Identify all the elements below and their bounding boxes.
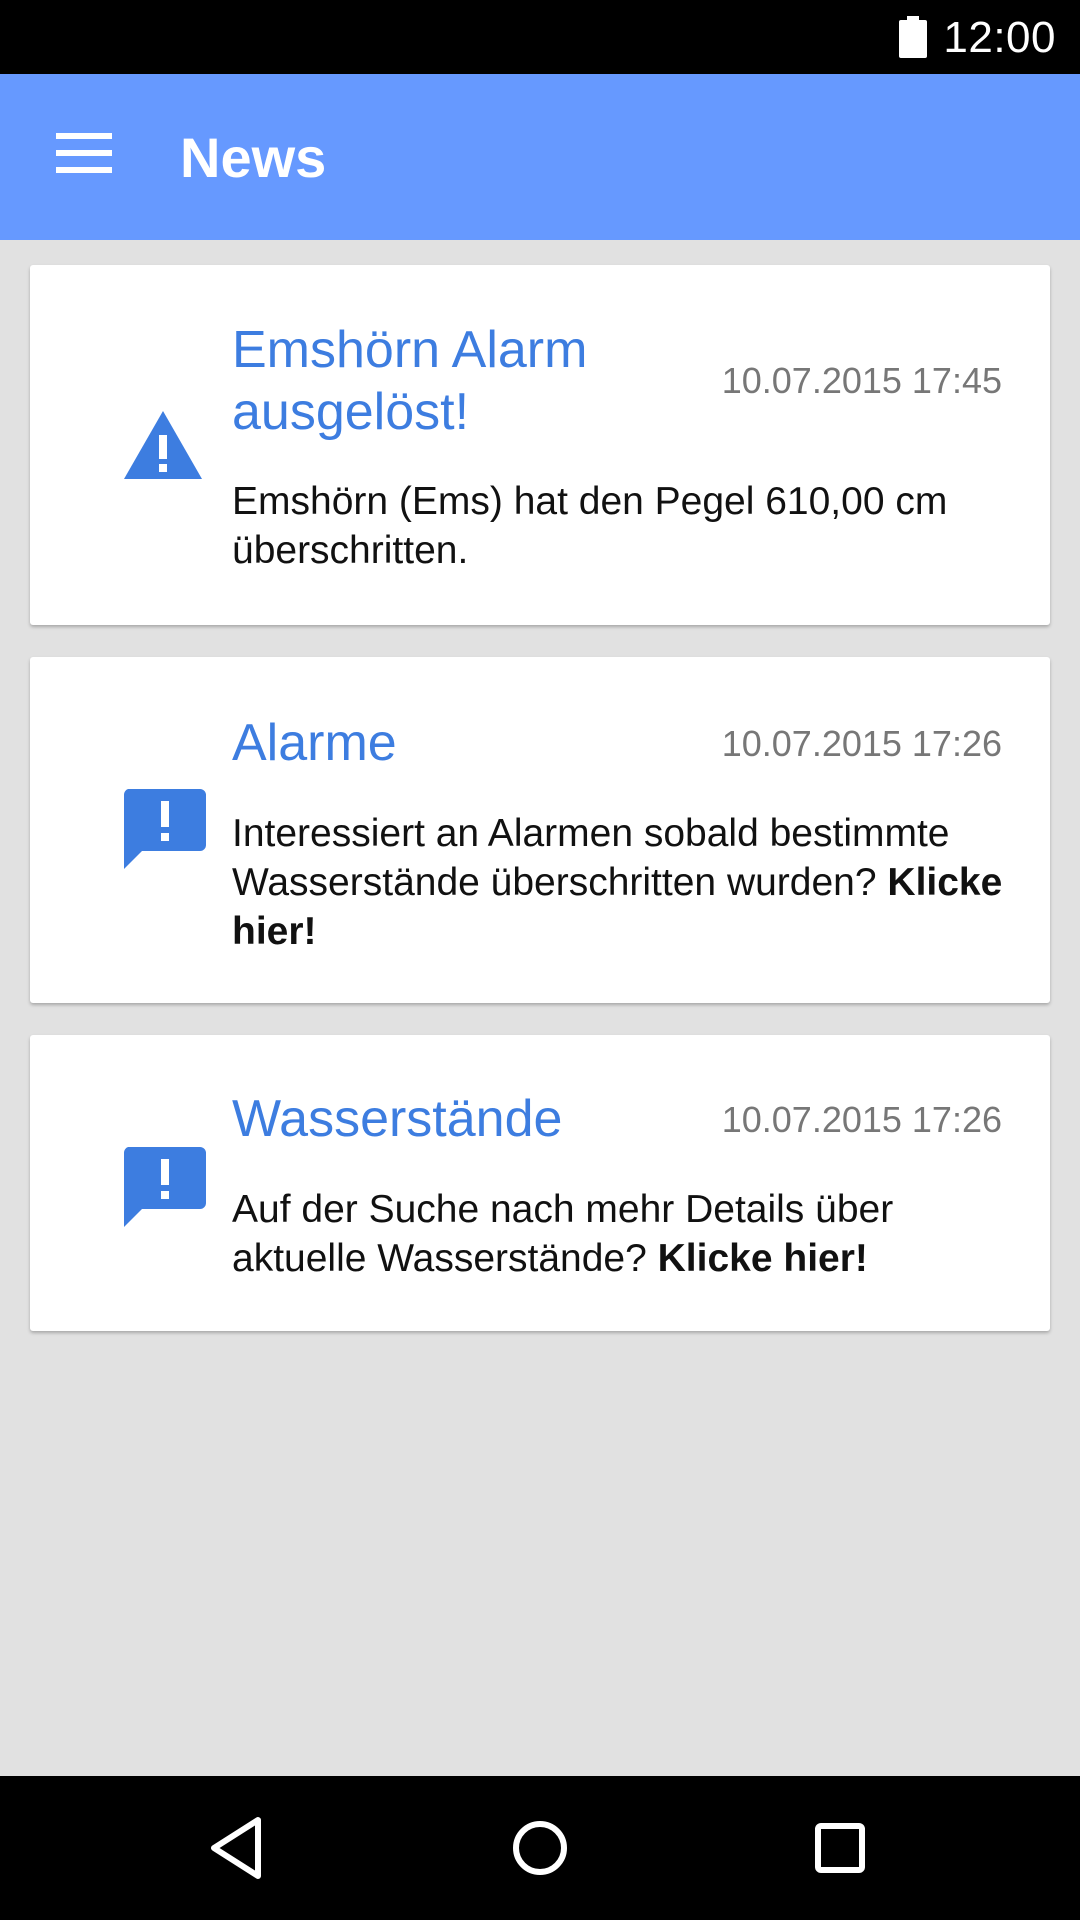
warning-icon [124,411,202,479]
navigation-bar [0,1776,1080,1920]
news-date: 10.07.2015 17:26 [721,723,1002,764]
status-bar: 12:00 [0,0,1080,74]
news-card[interactable]: Emshörn Alarm ausgelöst! 10.07.2015 17:4… [30,265,1050,625]
news-text: Interessiert an Alarmen sobald bestimmte… [232,812,950,904]
news-date: 10.07.2015 17:26 [721,1099,1002,1140]
feedback-icon [123,789,206,869]
news-card[interactable]: Wasserstände 10.07.2015 17:26 Auf der Su… [30,1035,1050,1331]
news-body: Auf der Suche nach mehr Details über akt… [232,1185,1022,1283]
back-icon[interactable] [200,1808,280,1888]
news-text: Emshörn (Ems) hat den Pegel 610,00 cm üb… [232,480,948,572]
menu-button[interactable] [44,126,124,186]
news-title: Wasserstände [232,1090,563,1148]
news-title: Alarme [232,714,397,772]
news-link[interactable]: Klicke hier! [658,1237,868,1280]
status-clock: 12:00 [943,13,1056,62]
page-title: News [180,126,327,189]
news-card[interactable]: Alarme 10.07.2015 17:26 Interessiert an … [30,657,1050,1003]
app-bar: News [0,74,1080,240]
news-body: Emshörn (Ems) hat den Pegel 610,00 cm üb… [232,477,1022,575]
news-date: 10.07.2015 17:45 [721,360,1002,401]
battery-icon [899,16,927,58]
feedback-icon [123,1147,206,1227]
recents-icon[interactable] [800,1808,880,1888]
home-icon[interactable] [500,1808,580,1888]
news-title: Emshörn Alarm ausgelöst! [232,321,588,441]
news-body: Interessiert an Alarmen sobald bestimmte… [232,809,1022,956]
